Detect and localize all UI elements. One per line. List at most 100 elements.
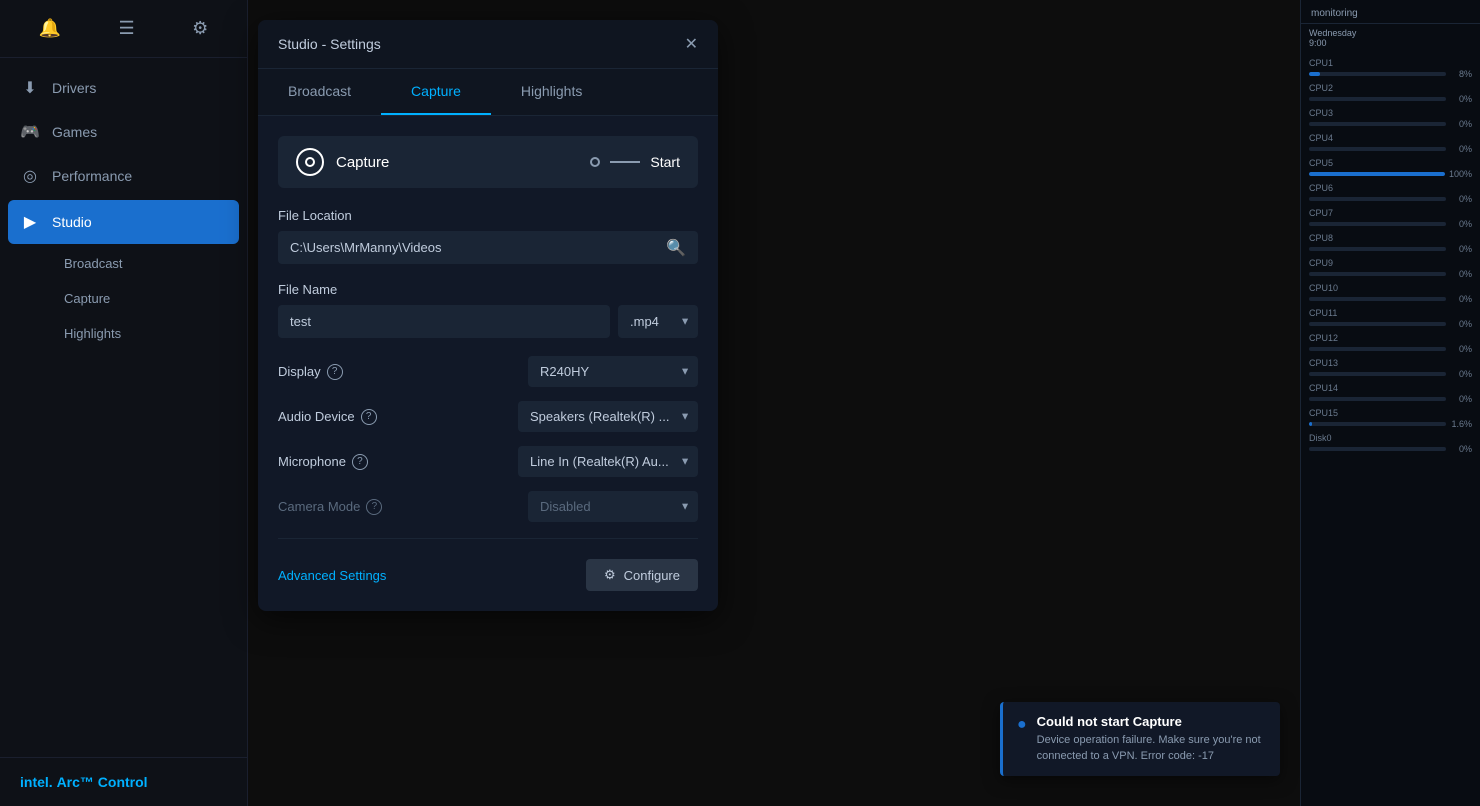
configure-button[interactable]: ⚙ Configure <box>586 559 698 591</box>
tab-broadcast[interactable]: Broadcast <box>258 69 381 115</box>
cpu-row: CPU7 0% <box>1301 206 1480 231</box>
display-label: Display ? <box>278 364 343 380</box>
capture-start-group: Start <box>590 154 680 170</box>
sidebar-item-games[interactable]: 🎮 Games <box>0 110 247 154</box>
cpu-row: CPU5 100% <box>1301 156 1480 181</box>
camera-mode-label: Camera Mode ? <box>278 499 382 515</box>
audio-device-select[interactable]: Speakers (Realtek(R) ... <box>518 401 698 432</box>
file-location-row: File Location 🔍 <box>278 208 698 264</box>
cpu-row: Disk0 0% <box>1301 431 1480 456</box>
toast-icon: ● <box>1017 716 1027 764</box>
dialog-divider <box>278 538 698 539</box>
toast-message: Device operation failure. Make sure you'… <box>1037 733 1266 764</box>
file-name-row: File Name .mp4 .mkv .avi ▼ <box>278 282 698 338</box>
notification-icon[interactable]: 🔔 <box>35 14 65 43</box>
capture-header: Capture Start <box>278 136 698 188</box>
sidebar: 🔔 ☰ ⚙ ⬇ Drivers 🎮 Games ◎ Performance ▶ … <box>0 0 248 806</box>
desktop: 🔔 ☰ ⚙ ⬇ Drivers 🎮 Games ◎ Performance ▶ … <box>0 0 1480 806</box>
cpu-monitor: monitoring Wednesday 9:00 CPU1 8% CPU2 0… <box>1300 0 1480 806</box>
display-select[interactable]: R240HY <box>528 356 698 387</box>
dialog-footer: Advanced Settings ⚙ Configure <box>278 555 698 591</box>
sidebar-sub-capture[interactable]: Capture <box>52 281 247 316</box>
microphone-help-icon[interactable]: ? <box>352 454 368 470</box>
cpu-row: CPU15 1.6% <box>1301 406 1480 431</box>
cpu-row: CPU4 0% <box>1301 131 1480 156</box>
file-name-input[interactable] <box>278 305 610 338</box>
sidebar-sub-highlights[interactable]: Highlights <box>52 316 247 351</box>
cpu-row: CPU8 0% <box>1301 231 1480 256</box>
dialog-body: Capture Start File Location 🔍 <box>258 116 718 611</box>
audio-device-help-icon[interactable]: ? <box>361 409 377 425</box>
sidebar-sub-nav: Broadcast Capture Highlights <box>0 246 247 351</box>
capture-divider-line <box>610 161 640 163</box>
cpu-row: CPU11 0% <box>1301 306 1480 331</box>
file-location-browse-button[interactable]: 🔍 <box>654 238 698 258</box>
notification-toast: ● Could not start Capture Device operati… <box>1000 702 1280 776</box>
file-location-input[interactable] <box>278 231 654 264</box>
capture-title-group: Capture <box>296 148 389 176</box>
sidebar-item-label-performance: Performance <box>52 168 132 184</box>
sidebar-nav: ⬇ Drivers 🎮 Games ◎ Performance ▶ Studio… <box>0 58 247 757</box>
file-location-label: File Location <box>278 208 698 223</box>
dialog-title: Studio - Settings <box>278 36 381 52</box>
cpu-row: CPU6 0% <box>1301 181 1480 206</box>
cpu-row: CPU10 0% <box>1301 281 1480 306</box>
sidebar-item-studio[interactable]: ▶ Studio <box>8 200 239 244</box>
capture-status-dot <box>590 157 600 167</box>
capture-record-dot <box>305 157 315 167</box>
performance-icon: ◎ <box>20 166 40 186</box>
microphone-label: Microphone ? <box>278 454 368 470</box>
capture-record-icon <box>296 148 324 176</box>
sidebar-item-performance[interactable]: ◎ Performance <box>0 154 247 198</box>
cpu-row: CPU9 0% <box>1301 256 1480 281</box>
display-select-wrapper: R240HY ▼ <box>528 356 698 387</box>
sidebar-footer: intel. Arc™ Control <box>0 757 247 806</box>
menu-icon[interactable]: ☰ <box>115 14 139 43</box>
settings-dialog: Studio - Settings ✕ Broadcast Capture Hi… <box>258 20 718 611</box>
toast-content: Could not start Capture Device operation… <box>1037 714 1266 764</box>
display-row: Display ? R240HY ▼ <box>278 356 698 387</box>
microphone-select[interactable]: Line In (Realtek(R) Au... <box>518 446 698 477</box>
dialog-header: Studio - Settings ✕ <box>258 20 718 69</box>
audio-device-select-wrapper: Speakers (Realtek(R) ... ▼ <box>518 401 698 432</box>
file-location-input-group: 🔍 <box>278 231 698 264</box>
sidebar-top-icons: 🔔 ☰ ⚙ <box>0 0 247 58</box>
camera-mode-help-icon[interactable]: ? <box>366 499 382 515</box>
file-name-input-group: .mp4 .mkv .avi ▼ <box>278 305 698 338</box>
display-help-icon[interactable]: ? <box>327 364 343 380</box>
settings-icon[interactable]: ⚙ <box>188 14 212 43</box>
camera-mode-select-wrapper: Disabled Enabled ▼ <box>528 491 698 522</box>
drivers-icon: ⬇ <box>20 78 40 98</box>
file-format-wrapper: .mp4 .mkv .avi ▼ <box>618 305 698 338</box>
capture-start-button[interactable]: Start <box>650 154 680 170</box>
main-content: Studio - Settings ✕ Broadcast Capture Hi… <box>248 0 1300 806</box>
studio-icon: ▶ <box>20 212 40 232</box>
games-icon: 🎮 <box>20 122 40 142</box>
file-name-label: File Name <box>278 282 698 297</box>
tab-highlights[interactable]: Highlights <box>491 69 612 115</box>
dialog-close-button[interactable]: ✕ <box>685 34 698 54</box>
cpu-rows: CPU1 8% CPU2 0% CPU3 0% CPU4 <box>1301 52 1480 460</box>
camera-mode-select[interactable]: Disabled Enabled <box>528 491 698 522</box>
audio-device-row: Audio Device ? Speakers (Realtek(R) ... … <box>278 401 698 432</box>
monitor-time: Wednesday 9:00 <box>1301 24 1480 52</box>
monitor-label: monitoring <box>1311 8 1358 19</box>
sidebar-item-drivers[interactable]: ⬇ Drivers <box>0 66 247 110</box>
cpu-row: CPU13 0% <box>1301 356 1480 381</box>
cpu-row: CPU3 0% <box>1301 106 1480 131</box>
microphone-select-wrapper: Line In (Realtek(R) Au... ▼ <box>518 446 698 477</box>
sidebar-item-label-studio: Studio <box>52 214 92 230</box>
cpu-row: CPU2 0% <box>1301 81 1480 106</box>
cpu-row: CPU1 8% <box>1301 56 1480 81</box>
advanced-settings-link[interactable]: Advanced Settings <box>278 568 386 583</box>
capture-title-text: Capture <box>336 154 389 171</box>
file-format-select[interactable]: .mp4 .mkv .avi <box>618 305 698 338</box>
microphone-row: Microphone ? Line In (Realtek(R) Au... ▼ <box>278 446 698 477</box>
cpu-row: CPU14 0% <box>1301 381 1480 406</box>
toast-title: Could not start Capture <box>1037 714 1266 729</box>
sidebar-sub-broadcast[interactable]: Broadcast <box>52 246 247 281</box>
sidebar-item-label-drivers: Drivers <box>52 80 96 96</box>
cpu-monitor-header: monitoring <box>1301 0 1480 24</box>
tab-capture[interactable]: Capture <box>381 69 491 115</box>
cpu-row: CPU12 0% <box>1301 331 1480 356</box>
